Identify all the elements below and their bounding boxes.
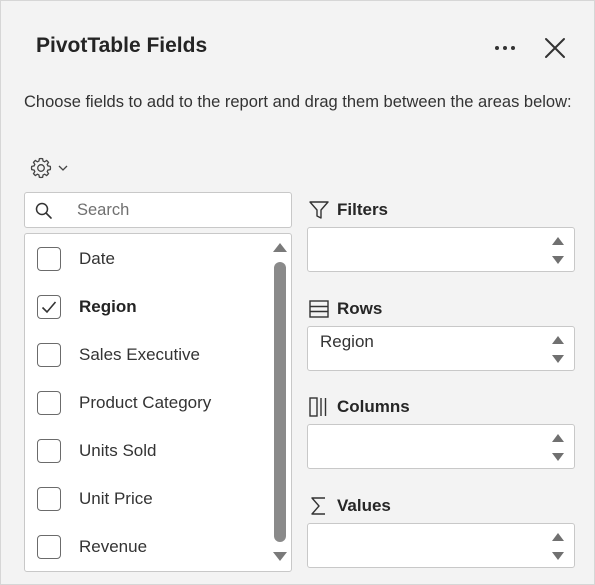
date-checkbox[interactable]: [37, 247, 61, 271]
spin-up-arrow[interactable]: [551, 531, 565, 542]
filters-label: Filters: [337, 200, 389, 219]
values-label: Values: [337, 496, 391, 515]
field-label: Date: [79, 249, 115, 268]
values-drop-zone[interactable]: [307, 523, 575, 568]
unit-price-checkbox[interactable]: [37, 487, 61, 511]
rows-item-region[interactable]: Region: [320, 332, 374, 352]
product-category-checkbox[interactable]: [37, 391, 61, 415]
columns-label: Columns: [337, 397, 410, 416]
close-button[interactable]: [541, 34, 569, 62]
field-label: Sales Executive: [79, 345, 200, 364]
pivottable-fields-pane: PivotTable Fields Choose fields to add t…: [0, 0, 595, 585]
rows-drop-zone[interactable]: Region: [307, 326, 575, 371]
spin-up-arrow[interactable]: [551, 334, 565, 345]
more-options-button[interactable]: [487, 35, 523, 61]
columns-icon: [309, 397, 327, 417]
field-label: Unit Price: [79, 489, 153, 508]
spin-up-arrow[interactable]: [551, 432, 565, 443]
list-item-date[interactable]: Date: [25, 239, 270, 279]
field-label: Region: [79, 297, 137, 316]
scroll-up-arrow[interactable]: [272, 240, 288, 254]
revenue-checkbox[interactable]: [37, 535, 61, 559]
field-label: Product Category: [79, 393, 212, 412]
field-label: Units Sold: [79, 441, 157, 460]
scroll-down-arrow[interactable]: [272, 550, 288, 564]
scrollbar-thumb[interactable]: [274, 262, 286, 542]
chevron-down-icon: [58, 165, 68, 171]
list-item-region[interactable]: Region: [25, 287, 270, 327]
spin-down-arrow[interactable]: [551, 255, 565, 266]
list-item-product-category[interactable]: Product Category: [25, 383, 270, 423]
list-item-units-sold[interactable]: Units Sold: [25, 431, 270, 471]
spin-down-arrow[interactable]: [551, 551, 565, 562]
region-checkbox[interactable]: [37, 295, 61, 319]
rows-icon: [309, 300, 329, 318]
close-icon: [545, 38, 565, 58]
funnel-icon: [309, 201, 329, 219]
spin-up-arrow[interactable]: [551, 235, 565, 246]
list-item-unit-price[interactable]: Unit Price: [25, 479, 270, 519]
rows-label: Rows: [337, 299, 383, 318]
gear-icon: [30, 157, 52, 179]
instructions-text: Choose fields to add to the report and d…: [24, 93, 572, 111]
sales-executive-checkbox[interactable]: [37, 343, 61, 367]
tools-settings-button[interactable]: [29, 156, 75, 180]
columns-drop-zone[interactable]: [307, 424, 575, 469]
spin-down-arrow[interactable]: [551, 354, 565, 365]
field-list: Date Region Sales Executive Product Cate…: [24, 233, 292, 572]
list-item-revenue[interactable]: Revenue: [25, 527, 270, 567]
checkmark-icon: [41, 301, 57, 314]
search-field[interactable]: [24, 192, 292, 228]
pane-title: PivotTable Fields: [36, 34, 208, 57]
more-icon: [495, 46, 499, 50]
sigma-icon: [311, 497, 325, 515]
filters-drop-zone[interactable]: [307, 227, 575, 272]
search-input[interactable]: [77, 199, 277, 221]
units-sold-checkbox[interactable]: [37, 439, 61, 463]
search-icon: [35, 202, 52, 219]
field-label: Revenue: [79, 537, 148, 556]
spin-down-arrow[interactable]: [551, 452, 565, 463]
list-item-sales-executive[interactable]: Sales Executive: [25, 335, 270, 375]
